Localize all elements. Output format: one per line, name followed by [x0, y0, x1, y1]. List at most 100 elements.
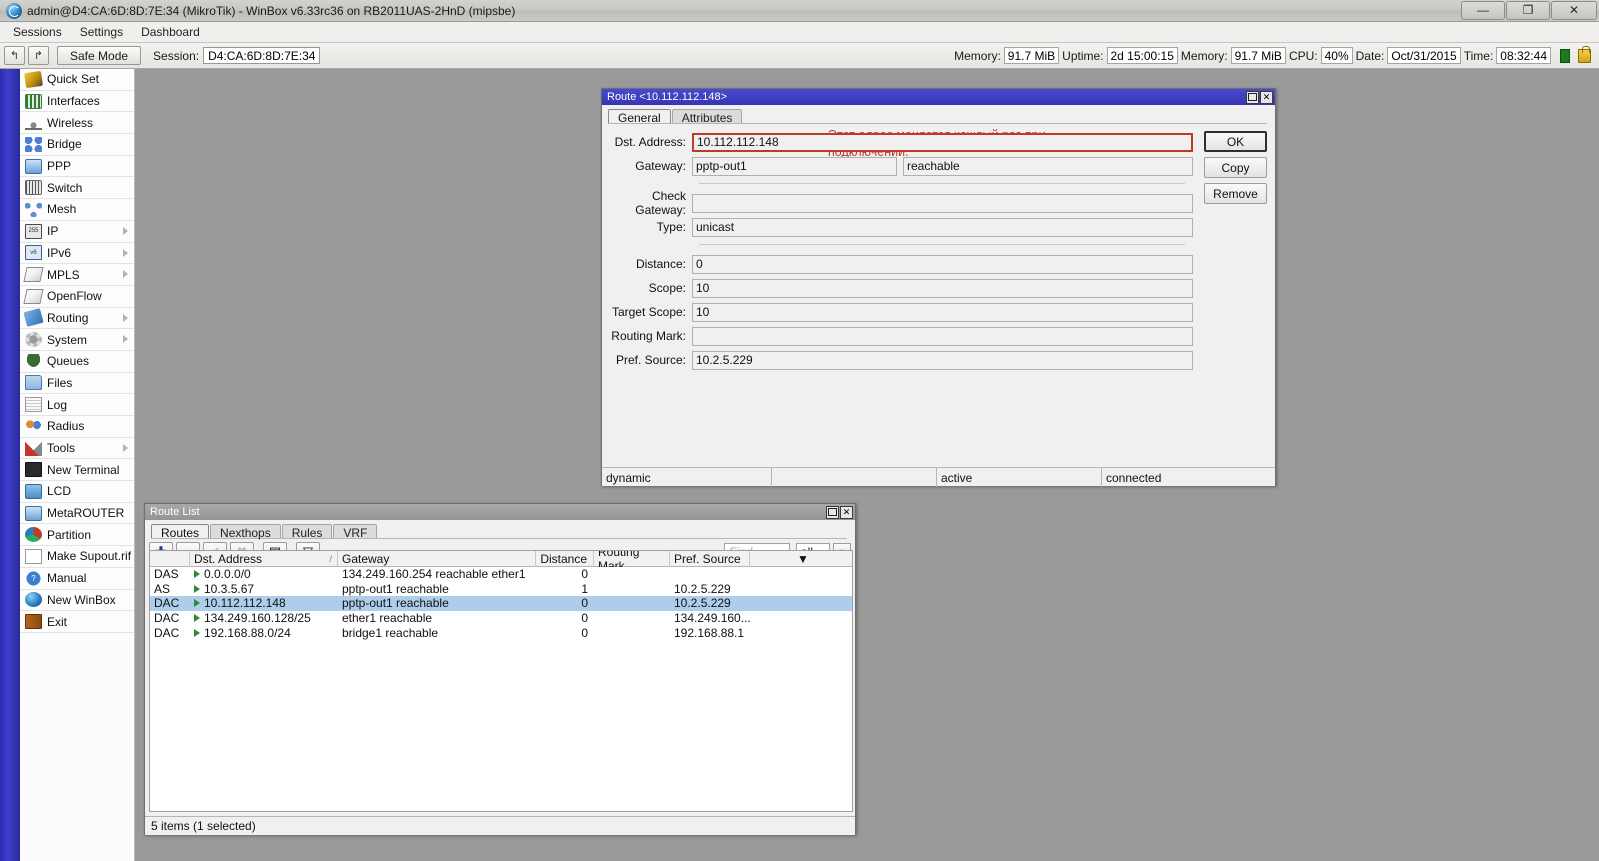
cpu-value: 40% — [1320, 47, 1353, 64]
sidebar-item-switch[interactable]: Switch — [20, 177, 134, 200]
tab-nexthops[interactable]: Nexthops — [210, 524, 281, 540]
cell-gw: pptp-out1 reachable — [342, 581, 449, 596]
table-row[interactable]: DAS 0.0.0.0/0 134.249.160.254 reachable et… — [150, 567, 852, 582]
winbox-application: admin@D4:CA:6D:8D:7E:34 (MikroTik) - Win… — [0, 0, 1599, 861]
dst-address-input[interactable]: 10.112.112.148 — [692, 132, 1193, 152]
sidebar-item-exit[interactable]: Exit — [20, 611, 134, 633]
field-check-gateway: Check Gateway: — [602, 189, 1193, 217]
sidebar-item-make-supout-rif[interactable]: Make Supout.rif — [20, 546, 134, 568]
th-dst-address[interactable]: Dst. Address / — [190, 551, 338, 567]
route-dialog-titlebar[interactable]: Route <10.112.112.148> ✕ — [602, 89, 1275, 105]
sidebar-item-ip[interactable]: 255 IP — [20, 220, 134, 243]
menu-settings[interactable]: Settings — [71, 23, 132, 41]
exit-icon — [25, 614, 42, 630]
sidebar-item-label: LCD — [47, 484, 72, 499]
gateway-status-field: reachable — [903, 156, 1193, 176]
sidebar-item-openflow[interactable]: OpenFlow — [20, 285, 134, 308]
safe-mode-button[interactable]: Safe Mode — [57, 46, 142, 65]
check-gateway-input[interactable] — [692, 193, 1193, 213]
cell-dist: 0 — [581, 596, 588, 611]
sidebar-item-manual[interactable]: ? Manual — [20, 567, 134, 590]
sidebar-item-ppp[interactable]: PPP — [20, 155, 134, 178]
mpls-icon — [23, 267, 44, 283]
route-dialog-close-icon[interactable]: ✕ — [1260, 90, 1273, 104]
route-list-maximize-icon[interactable] — [826, 505, 839, 519]
target-scope-input[interactable]: 10 — [692, 302, 1193, 322]
sidebar-item-label: Interfaces — [47, 94, 100, 109]
sidebar-item-ipv6[interactable]: v6 IPv6 — [20, 242, 134, 265]
pref-source-input[interactable]: 10.2.5.229 — [692, 350, 1193, 370]
cell-dist: 0 — [581, 567, 588, 582]
sidebar-item-lcd[interactable]: LCD — [20, 481, 134, 503]
sidebar-item-new-terminal[interactable]: New Terminal — [20, 459, 134, 482]
route-table-header: Dst. Address / Gateway Distance Routing … — [150, 551, 852, 567]
sidebar-item-interfaces[interactable]: Interfaces — [20, 90, 134, 113]
openflow-icon — [23, 288, 44, 304]
route-list-close-icon[interactable]: ✕ — [840, 505, 853, 519]
undo-icon[interactable]: ↰ — [4, 46, 25, 65]
sidebar-item-queues[interactable]: Queues — [20, 350, 134, 373]
sidebar-item-metarouter[interactable]: MetaROUTER — [20, 502, 134, 525]
route-dialog-buttons: OK Copy Remove — [1204, 131, 1269, 209]
tab-rules[interactable]: Rules — [281, 524, 333, 540]
lock-icon[interactable] — [1578, 45, 1591, 63]
ok-button[interactable]: OK — [1204, 131, 1267, 152]
th-column-chooser-icon[interactable]: ▼ — [750, 551, 852, 567]
distance-input[interactable]: 0 — [692, 254, 1193, 274]
sidebar-item-tools[interactable]: Tools — [20, 437, 134, 460]
route-dialog: Route <10.112.112.148> ✕ General Attribu… — [601, 88, 1276, 487]
tab-attributes[interactable]: Attributes — [671, 109, 743, 125]
menu-dashboard[interactable]: Dashboard — [132, 23, 209, 41]
switch-icon — [25, 180, 42, 196]
type-input[interactable]: unicast — [692, 217, 1193, 237]
sidebar-item-radius[interactable]: Radius — [20, 416, 134, 438]
form-divider-1 — [699, 183, 1185, 184]
sidebar-item-mpls[interactable]: MPLS — [20, 264, 134, 286]
status-active: active — [937, 468, 1102, 487]
route-dialog-maximize-icon[interactable] — [1246, 90, 1259, 104]
sidebar-item-new-winbox[interactable]: New WinBox — [20, 589, 134, 612]
routing-mark-input[interactable] — [692, 326, 1193, 346]
th-gateway[interactable]: Gateway — [338, 551, 536, 567]
remove-button[interactable]: Remove — [1204, 183, 1267, 204]
sidebar-item-bridge[interactable]: Bridge — [20, 134, 134, 156]
sidebar-item-wireless[interactable]: Wireless — [20, 112, 134, 135]
cell-dist: 1 — [581, 581, 588, 596]
th-distance[interactable]: Distance — [536, 551, 594, 567]
table-row[interactable]: AS 10.3.5.67 pptp-out1 reachable 1 10.2.5.22… — [150, 581, 852, 597]
maximize-button[interactable]: ❐ — [1506, 0, 1550, 20]
route-list-titlebar[interactable]: Route List ✕ — [145, 504, 855, 520]
main-window-title: admin@D4:CA:6D:8D:7E:34 (MikroTik) - Win… — [27, 3, 516, 18]
sidebar-item-files[interactable]: Files — [20, 372, 134, 395]
sidebar-item-partition[interactable]: Partition — [20, 524, 134, 547]
close-button[interactable]: ✕ — [1551, 0, 1597, 20]
sidebar-item-label: MetaROUTER — [47, 506, 125, 521]
session-value[interactable]: D4:CA:6D:8D:7E:34 — [203, 47, 321, 64]
sidebar-item-mesh[interactable]: Mesh — [20, 199, 134, 221]
th-flags[interactable] — [150, 551, 190, 567]
redo-icon[interactable]: ↱ — [28, 46, 49, 65]
sidebar-item-log[interactable]: Log — [20, 394, 134, 416]
wireless-icon — [25, 115, 42, 131]
gateway-input[interactable]: pptp-out1 — [692, 156, 897, 176]
cell-flags: DAC — [154, 611, 180, 626]
copy-button[interactable]: Copy — [1204, 157, 1267, 178]
connection-led-icon — [1560, 48, 1570, 63]
sidebar-item-label: Partition — [47, 527, 92, 542]
tab-routes[interactable]: Routes — [151, 524, 210, 540]
table-row[interactable]: DAC 10.112.112.148 pptp-out1 reachable 0 10.… — [150, 596, 852, 611]
cell-dst-text: 10.112.112.148 — [204, 596, 286, 611]
sidebar-item-quick-set[interactable]: Quick Set — [20, 69, 134, 91]
log-icon — [25, 397, 42, 413]
table-row[interactable]: DAC 192.168.88.0/24 bridge1 reachable 0 192.… — [150, 625, 852, 640]
th-routing-mark[interactable]: Routing Mark — [594, 551, 670, 567]
sidebar-item-system[interactable]: System — [20, 329, 134, 351]
table-row[interactable]: DAC 134.249.160.128/25 ether1 reachable 0 13… — [150, 610, 852, 626]
th-pref-source[interactable]: Pref. Source — [670, 551, 750, 567]
sidebar-item-routing[interactable]: Routing — [20, 307, 134, 330]
tab-general[interactable]: General — [608, 109, 671, 125]
tab-vrf[interactable]: VRF — [333, 524, 378, 540]
minimize-button[interactable]: — — [1461, 0, 1505, 20]
scope-input[interactable]: 10 — [692, 278, 1193, 298]
menu-sessions[interactable]: Sessions — [4, 23, 71, 41]
